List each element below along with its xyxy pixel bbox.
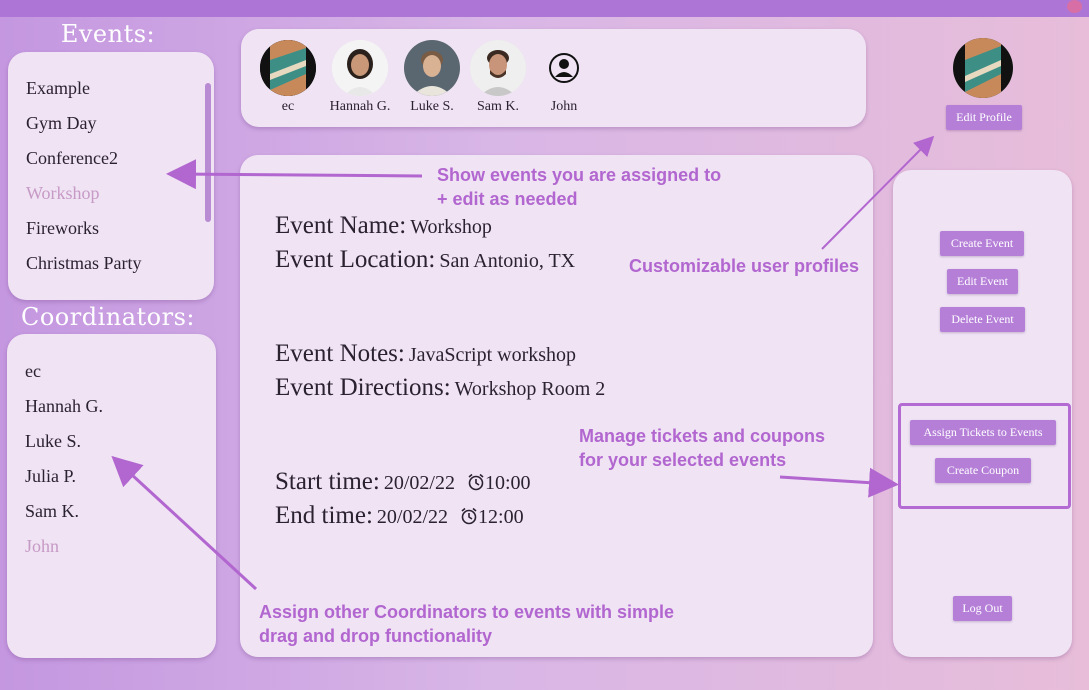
event-location-row: Event Location: San Antonio, TX <box>275 246 575 274</box>
beach-photo-icon <box>953 38 1013 98</box>
member-ec[interactable]: ec <box>253 40 323 115</box>
event-name-value[interactable]: Workshop <box>410 216 492 238</box>
events-panel: Example Gym Day Conference2 Workshop Fir… <box>8 52 214 300</box>
coordinator-item[interactable]: Julia P. <box>18 459 103 494</box>
event-location-value[interactable]: San Antonio, TX <box>439 250 575 272</box>
events-scrollbar[interactable] <box>205 83 211 222</box>
event-name-row: Event Name: Workshop <box>275 212 492 240</box>
coordinators-list: ec Hannah G. Luke S. Julia P. Sam K. Joh… <box>18 354 103 564</box>
member-john[interactable]: John <box>529 40 599 115</box>
event-notes-value[interactable]: JavaScript workshop <box>409 344 576 366</box>
end-time-row: End time: 20/02/22 12:00 <box>275 502 524 530</box>
person-photo-icon <box>332 40 388 96</box>
event-directions-row: Event Directions: Workshop Room 2 <box>275 374 605 402</box>
tickets-highlight-box <box>898 403 1071 509</box>
avatar <box>470 40 526 96</box>
profile-avatar[interactable] <box>953 38 1013 98</box>
log-out-button[interactable]: Log Out <box>953 596 1012 621</box>
event-details-panel: Event Name: Workshop Event Location: San… <box>240 155 873 657</box>
event-item-christmas-party[interactable]: Christmas Party <box>19 246 142 281</box>
event-directions-label: Event Directions: <box>275 374 451 401</box>
start-date-value[interactable]: 20/02/22 <box>384 472 455 494</box>
assign-tickets-button[interactable]: Assign Tickets to Events <box>910 420 1056 445</box>
coordinator-item[interactable]: Luke S. <box>18 424 103 459</box>
coordinators-heading: Coordinators: <box>20 303 195 331</box>
annotation-profiles: Customizable user profiles <box>629 256 860 276</box>
event-directions-value[interactable]: Workshop Room 2 <box>455 378 606 400</box>
event-item-fireworks[interactable]: Fireworks <box>19 211 142 246</box>
annotation-events: Show events you are assigned to + edit a… <box>437 165 722 209</box>
start-time-value[interactable]: 10:00 <box>485 472 531 494</box>
close-window-icon[interactable] <box>1067 0 1082 13</box>
member-sam[interactable]: Sam K. <box>463 40 533 115</box>
event-item-workshop-selected[interactable]: Workshop <box>19 176 142 211</box>
event-location-label: Event Location: <box>275 246 436 273</box>
coordinator-item[interactable]: Sam K. <box>18 494 103 529</box>
event-item-gym-day[interactable]: Gym Day <box>19 106 142 141</box>
member-luke[interactable]: Luke S. <box>397 40 467 115</box>
default-user-icon <box>549 53 579 83</box>
delete-event-button[interactable]: Delete Event <box>940 307 1025 332</box>
person-photo-icon <box>404 40 460 96</box>
end-time-label: End time: <box>275 502 373 529</box>
event-item-example[interactable]: Example <box>19 71 142 106</box>
coordinators-panel: ec Hannah G. Luke S. Julia P. Sam K. Joh… <box>7 334 216 658</box>
start-time-label: Start time: <box>275 468 380 495</box>
annotation-coordinators: Assign other Coordinators to events with… <box>259 602 675 646</box>
avatar <box>332 40 388 96</box>
edit-profile-button[interactable]: Edit Profile <box>946 105 1022 130</box>
member-hannah[interactable]: Hannah G. <box>325 40 395 115</box>
person-photo-icon <box>470 40 526 96</box>
end-time-value[interactable]: 12:00 <box>478 506 524 528</box>
create-event-button[interactable]: Create Event <box>940 231 1024 256</box>
event-item-conference2[interactable]: Conference2 <box>19 141 142 176</box>
event-notes-label: Event Notes: <box>275 340 405 367</box>
window-title-bar <box>0 0 1089 17</box>
avatar <box>260 40 316 96</box>
coordinator-item-selected[interactable]: John <box>18 529 103 564</box>
beach-photo-icon <box>260 40 316 96</box>
coordinator-item[interactable]: ec <box>18 354 103 389</box>
team-members-bar: ec Hannah G. Luke S. Sam K. John <box>241 29 866 127</box>
create-coupon-button[interactable]: Create Coupon <box>935 458 1031 483</box>
annotation-tickets: Manage tickets and coupons for your sele… <box>579 426 826 470</box>
event-notes-row: Event Notes: JavaScript workshop <box>275 340 576 368</box>
events-list: Example Gym Day Conference2 Workshop Fir… <box>19 71 142 281</box>
avatar <box>404 40 460 96</box>
end-date-value[interactable]: 20/02/22 <box>377 506 448 528</box>
alarm-clock-icon <box>468 473 484 491</box>
start-time-row: Start time: 20/02/22 10:00 <box>275 468 531 496</box>
alarm-clock-icon <box>461 507 477 525</box>
edit-event-button[interactable]: Edit Event <box>947 269 1018 294</box>
event-name-label: Event Name: <box>275 212 407 239</box>
coordinator-item[interactable]: Hannah G. <box>18 389 103 424</box>
events-heading: Events: <box>60 20 156 48</box>
avatar <box>536 40 592 96</box>
